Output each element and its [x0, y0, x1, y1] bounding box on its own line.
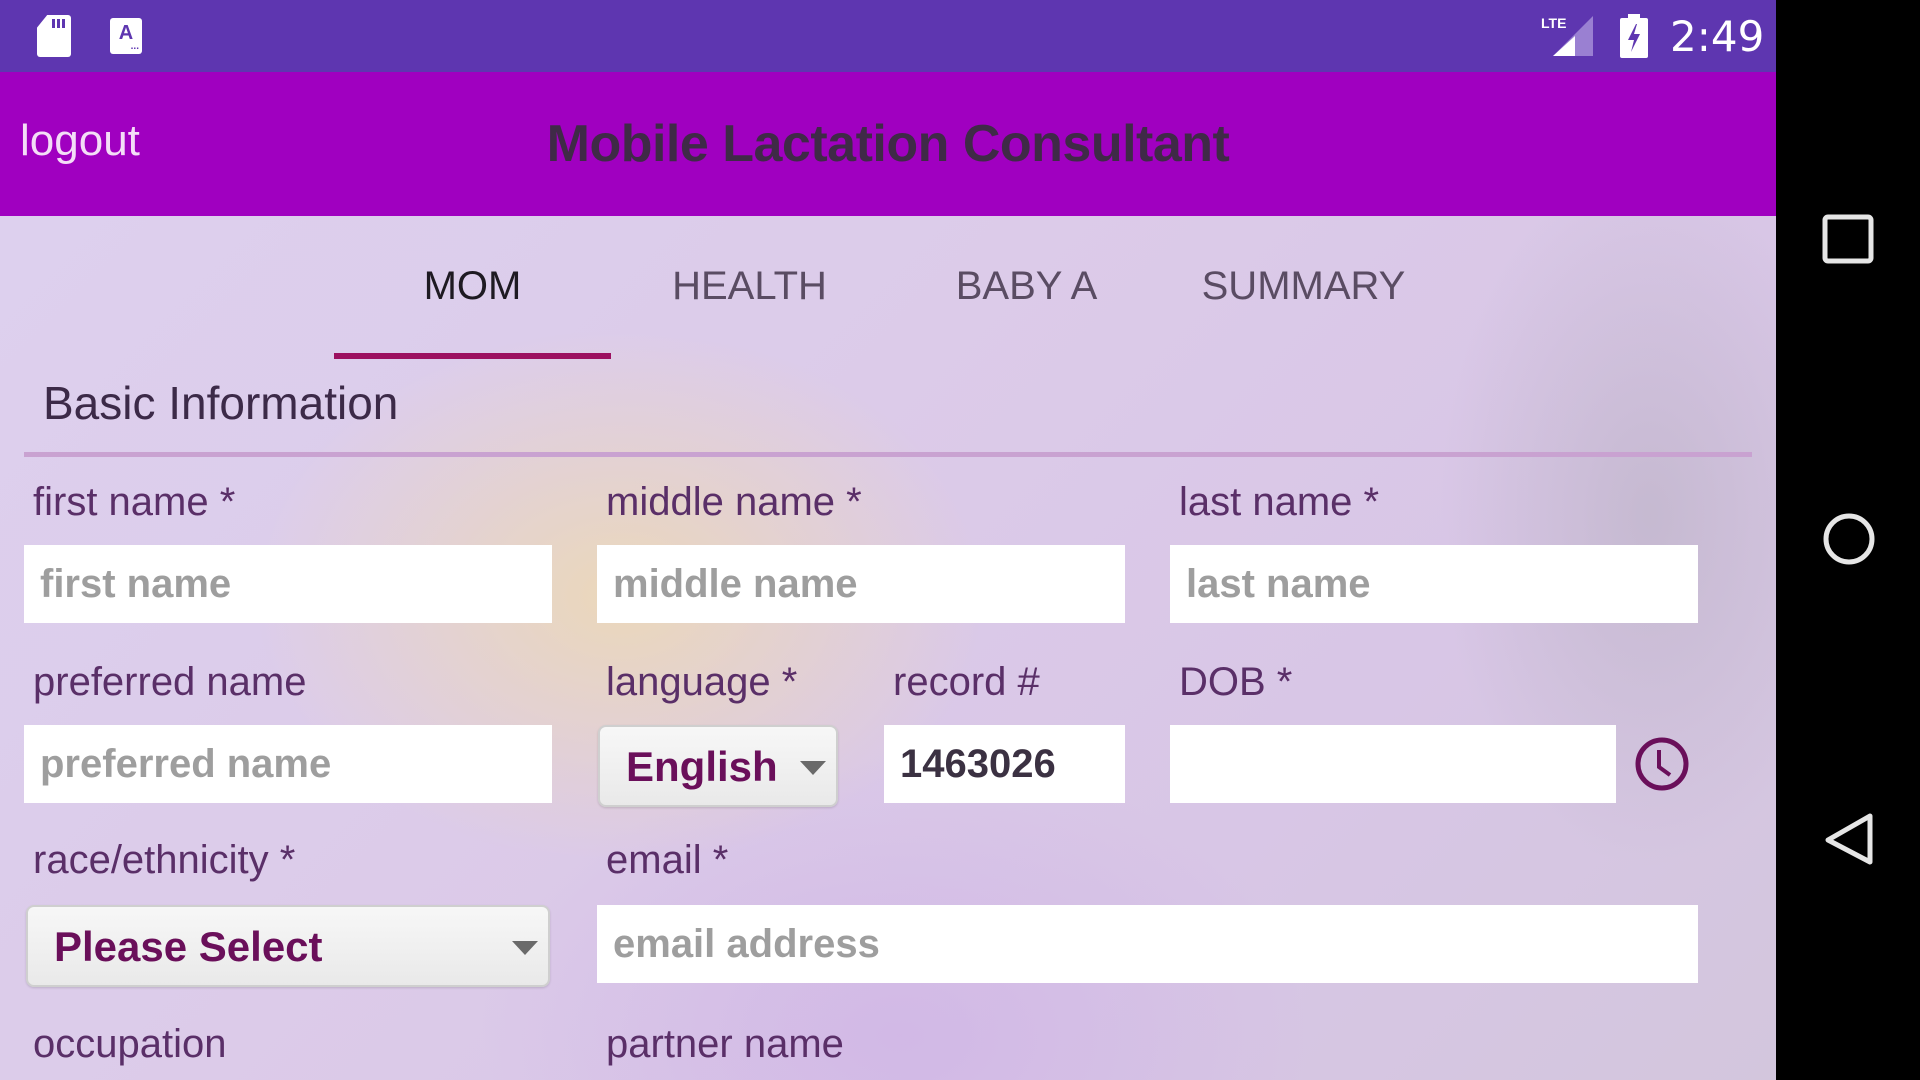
partner-name-label: partner name [606, 1022, 844, 1066]
language-selected-value: English [626, 743, 778, 790]
record-number-input[interactable] [884, 725, 1125, 803]
middle-name-label: middle name * [606, 480, 862, 524]
tab-mom[interactable]: MOM [334, 264, 611, 309]
email-input[interactable] [597, 905, 1698, 983]
last-name-input[interactable] [1170, 545, 1698, 623]
back-icon[interactable] [1822, 812, 1876, 866]
active-tab-indicator [334, 353, 611, 359]
tab-bar: MOM HEALTH BABY A SUMMARY [0, 216, 1776, 366]
race-ethnicity-select[interactable]: Please Select [26, 905, 550, 987]
occupation-label: occupation [33, 1022, 227, 1066]
status-bar: A LTE 2:49 [0, 0, 1776, 72]
tab-summary[interactable]: SUMMARY [1165, 264, 1442, 309]
race-selected-value: Please Select [54, 923, 323, 970]
app-bar: logout Mobile Lactation Consultant [0, 72, 1776, 216]
language-select[interactable]: English [598, 725, 838, 807]
form-content: MOM HEALTH BABY A SUMMARY Basic Informat… [0, 216, 1776, 1080]
dob-input[interactable] [1170, 725, 1616, 803]
language-label: language * [606, 660, 798, 704]
email-label: email * [606, 838, 729, 882]
last-name-label: last name * [1179, 480, 1380, 524]
section-divider [24, 452, 1752, 457]
first-name-input[interactable] [24, 545, 552, 623]
status-time: 2:49 [1670, 12, 1765, 61]
race-ethnicity-label: race/ethnicity * [33, 838, 296, 882]
battery-charging-icon [1620, 14, 1648, 58]
dob-label: DOB * [1179, 660, 1293, 704]
app-title: Mobile Lactation Consultant [546, 115, 1230, 173]
lte-signal-icon: LTE [1541, 15, 1593, 56]
tab-baby-a[interactable]: BABY A [888, 264, 1165, 309]
dropdown-arrow-icon [800, 761, 826, 775]
network-label: LTE [1541, 15, 1566, 31]
tab-health[interactable]: HEALTH [611, 264, 888, 309]
preferred-name-label: preferred name [33, 660, 307, 704]
first-name-label: first name * [33, 480, 236, 524]
app-screen: A LTE 2:49 logout Mobile Lactation Consu… [0, 0, 1776, 1080]
accessibility-icon: A [110, 18, 142, 62]
clock-icon[interactable] [1634, 736, 1690, 792]
system-nav-bar [1776, 0, 1920, 1080]
middle-name-input[interactable] [597, 545, 1125, 623]
dropdown-arrow-icon [512, 941, 538, 955]
section-title: Basic Information [43, 377, 399, 429]
home-icon[interactable] [1822, 512, 1876, 566]
record-label: record # [893, 660, 1040, 704]
preferred-name-input[interactable] [24, 725, 552, 803]
recents-icon[interactable] [1822, 213, 1876, 267]
sd-card-icon [37, 15, 71, 57]
